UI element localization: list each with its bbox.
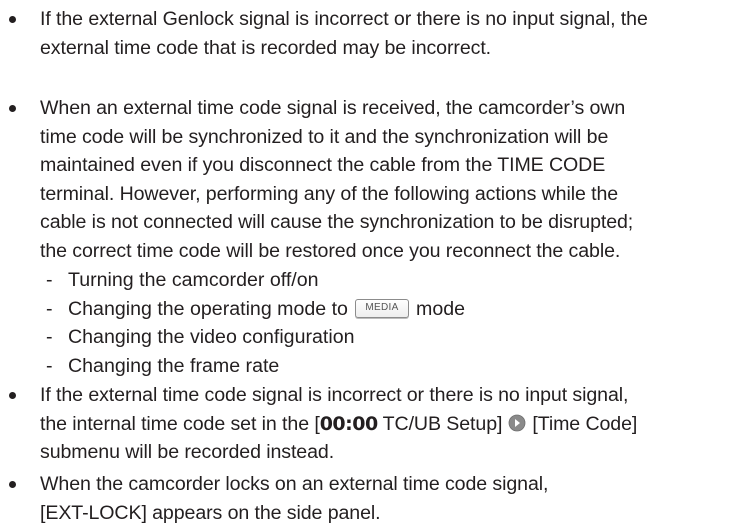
sub-list-item: - Changing the frame rate — [46, 352, 279, 381]
bullet-line: maintained even if you disconnect the ca… — [40, 154, 606, 177]
dash-marker: - — [46, 355, 53, 377]
media-mode-badge: MEDIA — [355, 298, 409, 318]
sub-list-text: Turning the camcorder off/on — [68, 269, 319, 291]
bullet-dot-icon — [9, 481, 16, 488]
bullet-item-internal-tc: If the external time code signal is inco… — [9, 381, 752, 467]
bullet-line: external time code that is recorded may … — [40, 36, 492, 59]
bullet-line: When the camcorder locks on an external … — [40, 473, 549, 495]
bullet-line: time code will be synchronized to it and… — [40, 125, 609, 148]
bullet-line: [EXT-LOCK] appears on the side panel. — [40, 501, 381, 524]
line-text: [Time Code] — [532, 412, 638, 435]
bullet-line: the correct time code will be restored o… — [40, 239, 621, 262]
dash-marker: - — [46, 269, 53, 291]
sub-list-item: - Changing the video configuration — [46, 323, 355, 352]
sub-list-text: Changing the operating mode to — [68, 298, 348, 320]
line-text: the internal time code set in the [ — [40, 412, 320, 435]
bullet-line: cable is not connected will cause the sy… — [40, 211, 634, 234]
bullet-line: If the external time code signal is inco… — [40, 384, 629, 406]
bullet-line: terminal. However, performing any of the… — [40, 182, 619, 205]
bullet-line: When an external time code signal is rec… — [40, 97, 626, 119]
bullet-item-ext-lock: When the camcorder locks on an external … — [9, 470, 752, 527]
tc-menu-code: 00:00 — [319, 412, 378, 435]
bullet-item-sync: When an external time code signal is rec… — [9, 94, 752, 266]
manual-page: If the external Genlock signal is incorr… — [0, 0, 753, 526]
bullet-dot-icon — [9, 16, 16, 23]
bullet-dot-icon — [9, 105, 16, 112]
sub-list-item: - Changing the operating mode to MEDIA mo… — [46, 295, 465, 324]
sub-list-text: Changing the frame rate — [68, 355, 280, 377]
bullet-line: the internal time code set in the [00:00… — [40, 410, 752, 439]
bullet-line: If the external Genlock signal is incorr… — [40, 8, 648, 30]
line-text: TC/UB Setup] — [377, 412, 503, 435]
dash-marker: - — [46, 298, 53, 320]
sub-list-text: Changing the video configuration — [68, 326, 355, 348]
sub-list-item: - Turning the camcorder off/on — [46, 266, 319, 295]
bullet-item-genlock: If the external Genlock signal is incorr… — [9, 5, 752, 62]
dash-marker: - — [46, 326, 53, 348]
circle-arrow-right-icon — [508, 414, 526, 432]
sub-list-text: mode — [416, 298, 466, 320]
bullet-line: submenu will be recorded instead. — [40, 441, 335, 464]
bullet-dot-icon — [9, 392, 16, 399]
